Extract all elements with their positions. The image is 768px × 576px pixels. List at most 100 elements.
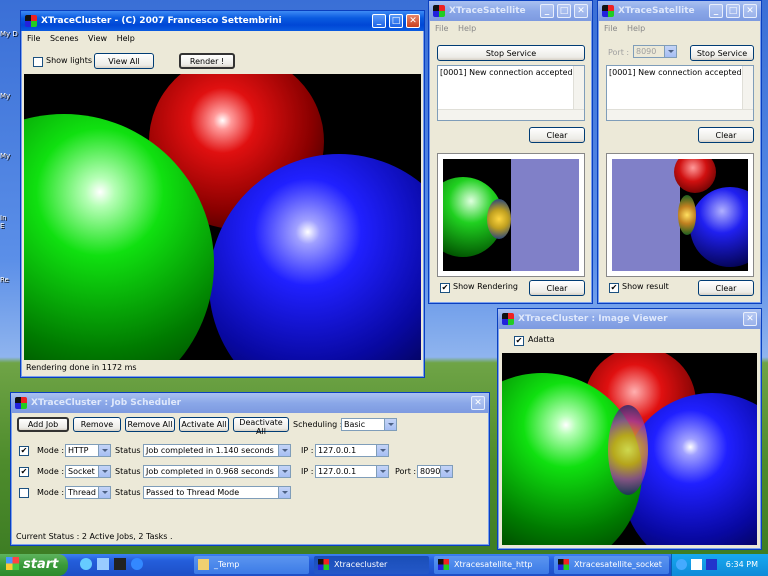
menu-file[interactable]: File (27, 34, 40, 43)
show-rendering-checkbox[interactable]: ✔ (440, 283, 450, 293)
quick-launch-icon[interactable] (97, 558, 109, 570)
composited-image[interactable] (502, 353, 757, 545)
close-button[interactable]: ✕ (743, 312, 757, 326)
maximize-button[interactable]: □ (726, 4, 740, 18)
log-list[interactable]: [0001] New connection accepted ... (437, 65, 585, 121)
status-value: Job completed in 0.968 seconds (146, 467, 274, 476)
remove-all-button[interactable]: Remove All (125, 417, 175, 432)
tray-icon[interactable] (691, 559, 702, 570)
image-viewer-title-bar[interactable]: XTraceCluster : Image Viewer ✕ (498, 309, 761, 329)
menu-file[interactable]: File (604, 24, 617, 33)
partial-render (612, 159, 748, 271)
job-enable-checkbox[interactable] (19, 488, 29, 498)
render-button[interactable]: Render ! (179, 53, 235, 69)
adatta-checkbox[interactable]: ✔ (514, 336, 524, 346)
task-satellite-http[interactable]: Xtracesatellite_http (434, 556, 549, 574)
show-result-label: Show result (622, 282, 669, 291)
satellite-socket-title-bar[interactable]: XTraceSatellite _ □ ✕ (598, 1, 761, 21)
horizontal-scrollbar[interactable] (607, 109, 753, 120)
clock[interactable]: 6:34 PM (726, 554, 758, 576)
desktop-icon-label[interactable]: My D (0, 30, 18, 38)
desktop-icon-label[interactable]: In E (0, 214, 7, 230)
chevron-down-icon (98, 445, 110, 456)
start-label: start (23, 557, 59, 572)
task-xtracecluster[interactable]: Xtracecluster (314, 556, 429, 574)
task-label: _Temp (214, 560, 240, 569)
stop-service-button[interactable]: Stop Service (690, 45, 754, 61)
stop-service-button[interactable]: Stop Service (437, 45, 585, 61)
satellite-http-title-bar[interactable]: XTraceSatellite _ □ ✕ (429, 1, 592, 21)
view-all-button[interactable]: View All (94, 53, 154, 69)
taskbar: start _Temp Xtracecluster Xtracesatellit… (0, 554, 768, 576)
activate-all-button[interactable]: Activate All (179, 417, 229, 432)
maximize-button[interactable]: □ (557, 4, 571, 18)
start-button[interactable]: start (0, 554, 68, 576)
mode-select[interactable]: HTTP (65, 444, 111, 457)
status-label: Status (115, 446, 141, 455)
close-button[interactable]: ✕ (471, 396, 485, 410)
clear-rendering-button[interactable]: Clear (529, 280, 585, 296)
clear-log-button[interactable]: Clear (529, 127, 585, 143)
quick-launch-icon[interactable] (114, 558, 126, 570)
chevron-down-icon (664, 46, 676, 57)
menu-scenes[interactable]: Scenes (50, 34, 79, 43)
log-list[interactable]: [0001] New connection accepted ... (606, 65, 754, 121)
ip-label: IP : (301, 446, 314, 455)
status-select[interactable]: Job completed in 1.140 seconds (143, 444, 291, 457)
desktop-icon-label[interactable]: My (0, 92, 10, 100)
ie-icon[interactable] (131, 558, 143, 570)
ip-select[interactable]: 127.0.0.1 (315, 465, 389, 478)
maximize-button[interactable]: □ (389, 14, 403, 28)
menu-help[interactable]: Help (117, 34, 135, 43)
desktop-icon-label[interactable]: My (0, 152, 10, 160)
menu-view[interactable]: View (88, 34, 107, 43)
vertical-scrollbar[interactable] (573, 66, 584, 110)
status-select[interactable]: Job completed in 0.968 seconds (143, 465, 291, 478)
mode-value: HTTP (68, 446, 89, 455)
close-button[interactable]: ✕ (743, 4, 757, 18)
deactivate-all-button[interactable]: Deactivate All (233, 417, 289, 436)
ip-select[interactable]: 127.0.0.1 (315, 444, 389, 457)
minimize-button[interactable]: _ (372, 14, 386, 28)
port-label: Port : (395, 467, 417, 476)
render-viewport[interactable] (24, 74, 421, 360)
job-enable-checkbox[interactable]: ✔ (19, 446, 29, 456)
status-select[interactable]: Passed to Thread Mode (143, 486, 291, 499)
ip-value: 127.0.0.1 (318, 467, 357, 476)
quick-launch-icon[interactable] (80, 558, 92, 570)
job-enable-checkbox[interactable]: ✔ (19, 467, 29, 477)
media-icon[interactable] (706, 559, 717, 570)
port-select[interactable]: 8090 (633, 45, 677, 58)
menu-file[interactable]: File (435, 24, 448, 33)
clear-log-button[interactable]: Clear (698, 127, 754, 143)
close-button[interactable]: ✕ (406, 14, 420, 28)
show-result-checkbox[interactable]: ✔ (609, 283, 619, 293)
menu-help[interactable]: Help (627, 24, 645, 33)
minimize-button[interactable]: _ (709, 4, 723, 18)
mode-value: Socket (68, 467, 95, 476)
add-job-button[interactable]: Add Job (17, 417, 69, 432)
chevron-down-icon (376, 445, 388, 456)
scheduling-select[interactable]: Basic (341, 418, 397, 431)
ip-label: IP : (301, 467, 314, 476)
vertical-scrollbar[interactable] (742, 66, 753, 110)
desktop-icon-label[interactable]: Re (0, 276, 9, 284)
main-title-bar[interactable]: XTraceCluster - (C) 2007 Francesco Sette… (21, 11, 424, 31)
horizontal-scrollbar[interactable] (438, 109, 584, 120)
job-scheduler-window: XTraceCluster : Job Scheduler ✕ Add Job … (10, 392, 490, 546)
remove-button[interactable]: Remove (73, 417, 121, 432)
close-button[interactable]: ✕ (574, 4, 588, 18)
menu-help[interactable]: Help (458, 24, 476, 33)
reflection-blob (678, 195, 696, 235)
mode-select[interactable]: Socket (65, 465, 111, 478)
tray-icon[interactable] (676, 559, 687, 570)
show-lights-checkbox[interactable] (33, 57, 43, 67)
port-select[interactable]: 8090 (417, 465, 453, 478)
clear-result-button[interactable]: Clear (698, 280, 754, 296)
window-title: XTraceCluster : Image Viewer (518, 314, 668, 324)
task-temp[interactable]: _Temp (194, 556, 309, 574)
mode-select[interactable]: Thread (65, 486, 111, 499)
task-satellite-socket[interactable]: Xtracesatellite_socket (554, 556, 669, 574)
minimize-button[interactable]: _ (540, 4, 554, 18)
job-scheduler-title-bar[interactable]: XTraceCluster : Job Scheduler ✕ (11, 393, 489, 413)
